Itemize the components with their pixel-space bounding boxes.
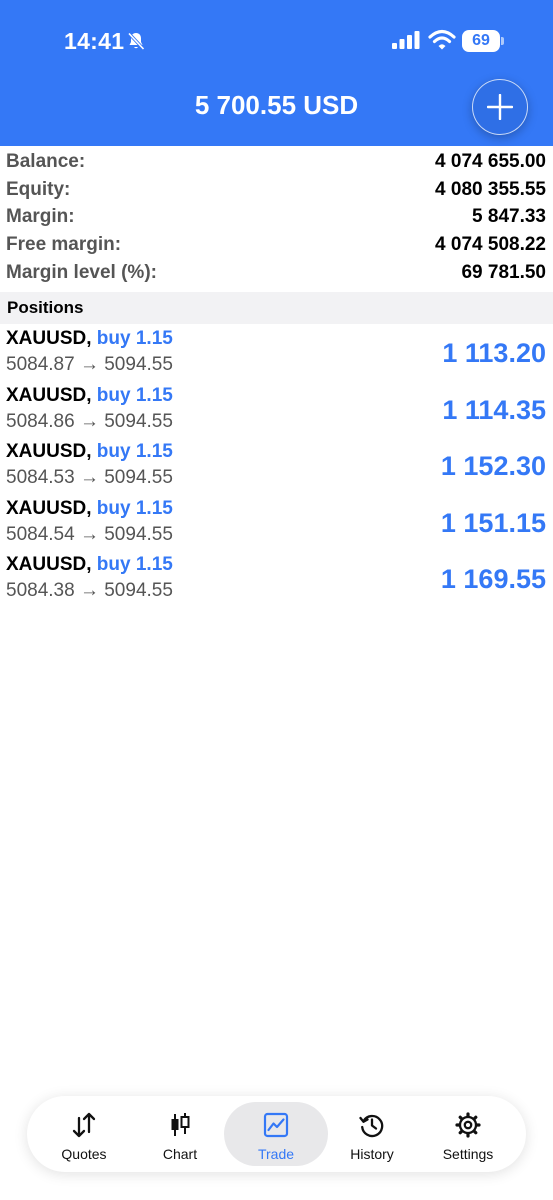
symbol-name: XAUUSD,	[6, 441, 92, 463]
new-order-button[interactable]	[472, 79, 528, 135]
summary-row-margin: Margin: 5 847.33	[0, 204, 553, 232]
tab-settings[interactable]: Settings	[416, 1102, 520, 1166]
position-profit: 1 169.55	[440, 564, 546, 595]
position-row[interactable]: XAUUSD, buy 1.15 5084.38 → 5094.55 1 169…	[0, 552, 553, 609]
wifi-icon	[428, 29, 456, 50]
position-direction: buy 1.15	[96, 497, 173, 519]
tab-label: Chart	[162, 1146, 198, 1162]
summary-value: 69 781.50	[461, 262, 546, 284]
summary-label: Equity:	[6, 178, 71, 200]
position-prices: 5084.53 → 5094.55	[6, 467, 173, 489]
bottom-tab-bar: Quotes Chart Trade History Settings	[27, 1096, 526, 1172]
account-summary: Balance: 4 074 655.00 Equity: 4 080 355.…	[0, 148, 553, 287]
tab-label: History	[350, 1146, 394, 1162]
summary-label: Free margin:	[6, 234, 122, 256]
position-direction: buy 1.15	[96, 554, 173, 576]
position-row[interactable]: XAUUSD, buy 1.15 5084.54 → 5094.55 1 151…	[0, 496, 553, 553]
history-clock-icon	[359, 1114, 384, 1138]
tab-chart[interactable]: Chart	[128, 1102, 232, 1166]
position-row[interactable]: XAUUSD, buy 1.15 5084.87 → 5094.55 1 113…	[0, 326, 553, 383]
position-direction: buy 1.15	[96, 384, 173, 406]
position-symbol: XAUUSD, buy 1.15	[6, 385, 173, 407]
summary-label: Margin level (%):	[6, 262, 157, 284]
position-profit: 1 114.35	[442, 394, 546, 425]
position-prices: 5084.38 → 5094.55	[6, 580, 173, 602]
position-prices: 5084.54 → 5094.55	[6, 523, 173, 545]
account-total: 5 700.55 USD	[194, 90, 359, 120]
symbol-name: XAUUSD,	[6, 384, 92, 406]
battery-icon: 69	[462, 30, 504, 52]
tab-history[interactable]: History	[320, 1102, 424, 1166]
cellular-signal-icon	[392, 31, 420, 49]
summary-value: 5 847.33	[472, 206, 546, 228]
position-direction: buy 1.15	[96, 441, 173, 463]
position-prices: 5084.86 → 5094.55	[6, 410, 173, 432]
tab-label: Trade	[257, 1146, 295, 1162]
summary-row-margin-level: Margin level (%): 69 781.50	[0, 259, 553, 287]
positions-list: XAUUSD, buy 1.15 5084.87 → 5094.55 1 113…	[0, 326, 553, 609]
symbol-name: XAUUSD,	[6, 497, 92, 519]
position-direction: buy 1.15	[96, 328, 173, 349]
summary-row-balance: Balance: 4 074 655.00	[0, 148, 553, 176]
position-symbol: XAUUSD, buy 1.15	[6, 554, 173, 576]
account-header: 14:41 69 5 700.55 USD	[0, 0, 553, 146]
summary-value: 4 074 508.22	[435, 234, 546, 256]
summary-value: 4 080 355.55	[435, 178, 546, 200]
bell-muted-icon	[127, 32, 145, 51]
symbol-name: XAUUSD,	[6, 328, 92, 349]
position-profit: 1 151.15	[440, 507, 546, 538]
position-prices: 5084.87 → 5094.55	[6, 354, 173, 375]
battery-level: 69	[462, 30, 500, 52]
position-row[interactable]: XAUUSD, buy 1.15 5084.53 → 5094.55 1 152…	[0, 439, 553, 496]
status-time: 14:41	[64, 28, 125, 54]
position-profit: 1 113.20	[442, 338, 546, 368]
summary-value: 4 074 655.00	[435, 150, 546, 172]
trade-chart-icon	[263, 1112, 289, 1138]
gear-icon	[455, 1112, 481, 1138]
candlestick-icon	[171, 1113, 190, 1136]
summary-label: Balance:	[6, 150, 86, 172]
plus-icon	[487, 94, 513, 120]
symbol-name: XAUUSD,	[6, 554, 92, 576]
summary-label: Margin:	[6, 206, 75, 228]
quotes-arrows-icon	[72, 1112, 96, 1138]
position-row[interactable]: XAUUSD, buy 1.15 5084.86 → 5094.55 1 114…	[0, 383, 553, 440]
position-symbol: XAUUSD, buy 1.15	[6, 498, 173, 520]
position-symbol: XAUUSD, buy 1.15	[6, 328, 173, 350]
summary-row-free-margin: Free margin: 4 074 508.22	[0, 231, 553, 259]
summary-row-equity: Equity: 4 080 355.55	[0, 176, 553, 204]
tab-quotes[interactable]: Quotes	[32, 1102, 136, 1166]
status-bar: 14:41 69	[0, 0, 553, 80]
positions-section-title: Positions	[0, 292, 553, 324]
tab-label: Settings	[442, 1146, 494, 1162]
position-symbol: XAUUSD, buy 1.15	[6, 441, 173, 463]
tab-label: Quotes	[61, 1146, 107, 1162]
position-profit: 1 152.30	[440, 451, 546, 482]
tab-trade[interactable]: Trade	[224, 1102, 328, 1166]
